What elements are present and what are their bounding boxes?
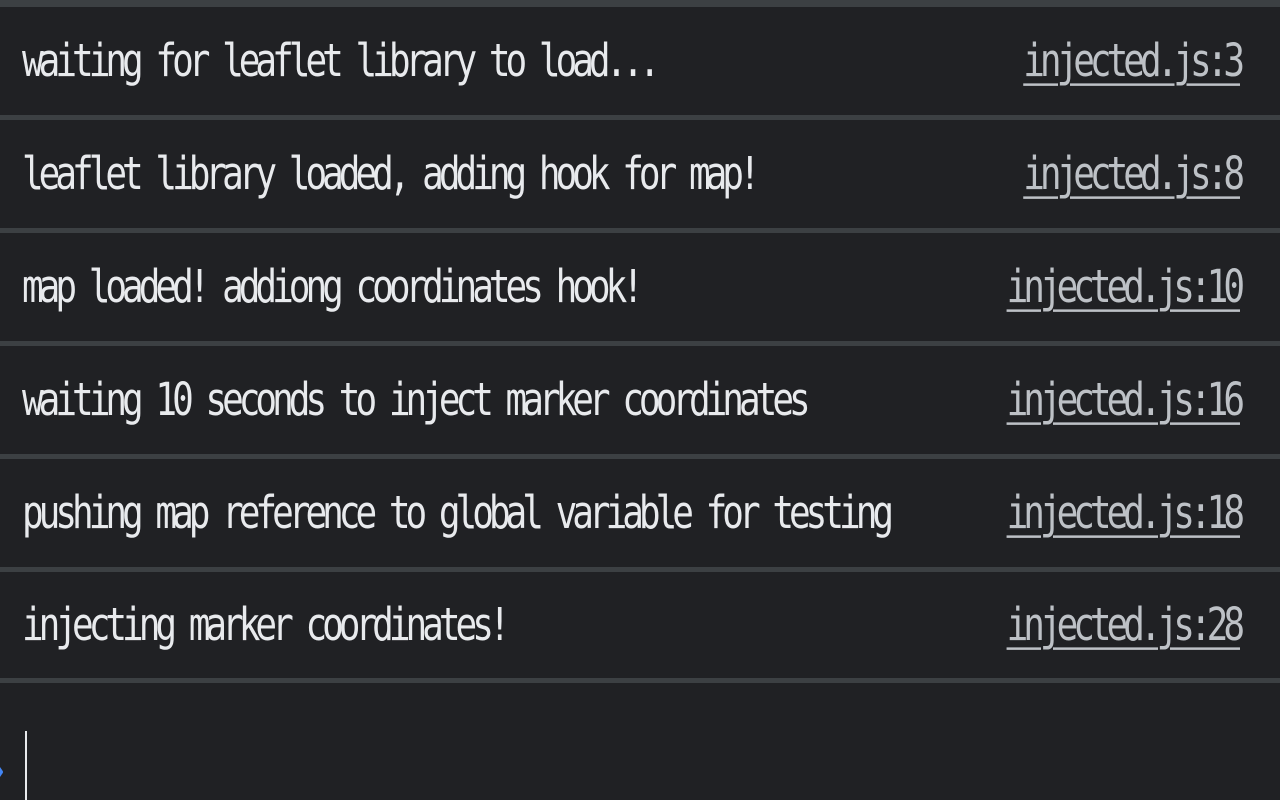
console-message-text: map loaded! addiong coordinates hook! bbox=[22, 261, 644, 313]
console-message-text: waiting for leaflet library to load... bbox=[22, 35, 661, 87]
console-message-row: waiting 10 seconds to inject marker coor… bbox=[0, 346, 1280, 459]
console-message-text: waiting 10 seconds to inject marker coor… bbox=[22, 374, 811, 426]
console-message-text: pushing map reference to global variable… bbox=[22, 487, 894, 539]
console-message-row: waiting for leaflet library to load... i… bbox=[0, 7, 1280, 120]
toolbar-edge bbox=[0, 0, 1280, 7]
console-prompt[interactable] bbox=[0, 707, 1280, 800]
console-message-row: injecting marker coordinates! injected.j… bbox=[0, 572, 1280, 683]
source-link[interactable]: injected.js:18 bbox=[1007, 487, 1245, 538]
console-messages: waiting for leaflet library to load... i… bbox=[0, 7, 1280, 683]
text-cursor bbox=[25, 731, 27, 800]
source-link[interactable]: injected.js:28 bbox=[1007, 599, 1245, 650]
source-link[interactable]: injected.js:10 bbox=[1007, 261, 1245, 312]
console-message-row: map loaded! addiong coordinates hook! in… bbox=[0, 233, 1280, 346]
console-input[interactable] bbox=[28, 727, 1262, 799]
chevron-right-icon bbox=[0, 757, 4, 787]
console-message-text: injecting marker coordinates! bbox=[22, 599, 511, 651]
source-link[interactable]: injected.js:16 bbox=[1007, 374, 1245, 425]
source-link[interactable]: injected.js:3 bbox=[1023, 35, 1245, 86]
console-message-row: pushing map reference to global variable… bbox=[0, 459, 1280, 572]
source-link[interactable]: injected.js:8 bbox=[1023, 148, 1245, 199]
console-message-text: leaflet library loaded, adding hook for … bbox=[22, 148, 761, 200]
console-message-row: leaflet library loaded, adding hook for … bbox=[0, 120, 1280, 233]
